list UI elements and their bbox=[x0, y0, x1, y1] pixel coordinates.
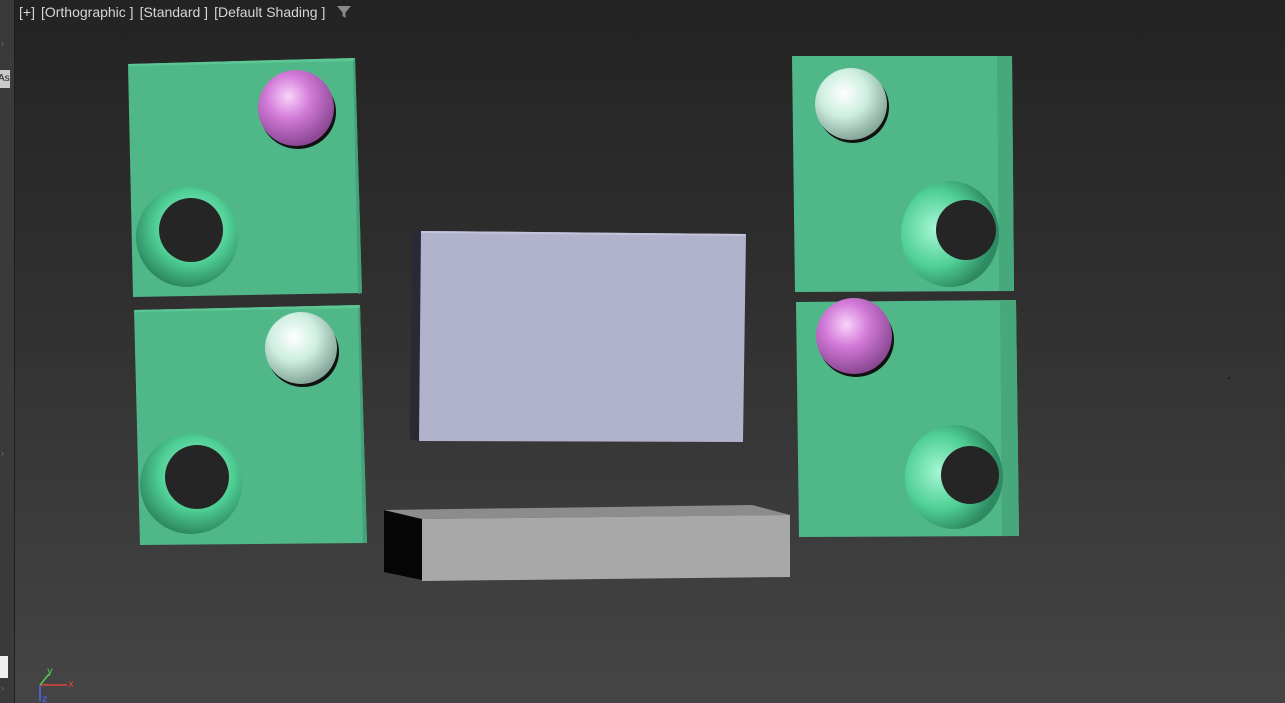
left-side-panel-strip: › As › › bbox=[0, 0, 15, 703]
green-panel-right-top[interactable] bbox=[792, 56, 1014, 292]
panel-hole-opening bbox=[936, 200, 996, 260]
panel-hole-opening bbox=[159, 198, 223, 262]
3d-scene[interactable] bbox=[15, 0, 1285, 703]
axis-x-label: x bbox=[68, 679, 74, 690]
pink-sphere[interactable] bbox=[258, 70, 334, 146]
gray-bar-box[interactable] bbox=[384, 505, 790, 581]
chevron-right-icon[interactable]: › bbox=[1, 38, 4, 48]
green-panel-right-bottom[interactable] bbox=[796, 298, 1019, 537]
panel-hole-opening bbox=[941, 446, 999, 504]
pink-sphere[interactable] bbox=[816, 298, 892, 374]
green-panel-left-top[interactable] bbox=[128, 58, 362, 297]
app-window: › As › › [+] [Orthographic ] [Standard ]… bbox=[0, 0, 1285, 703]
chevron-right-icon[interactable]: › bbox=[1, 683, 4, 693]
axis-y-label: y bbox=[47, 666, 53, 677]
side-panel-white-tab[interactable] bbox=[0, 656, 8, 678]
orthographic-viewport[interactable]: [+] [Orthographic ] [Standard ] [Default… bbox=[15, 0, 1285, 703]
scene-point bbox=[1228, 377, 1230, 379]
tv-screen-plane[interactable] bbox=[410, 231, 746, 442]
axis-gizmo: x y z bbox=[39, 666, 74, 703]
side-panel-tab[interactable]: As bbox=[0, 70, 10, 88]
mint-sphere[interactable] bbox=[815, 68, 887, 140]
green-panel-left-bottom[interactable] bbox=[134, 305, 367, 545]
panel-hole-opening bbox=[165, 445, 229, 509]
axis-z-label: z bbox=[42, 694, 47, 703]
mint-sphere[interactable] bbox=[265, 312, 337, 384]
chevron-right-icon[interactable]: › bbox=[1, 448, 4, 458]
